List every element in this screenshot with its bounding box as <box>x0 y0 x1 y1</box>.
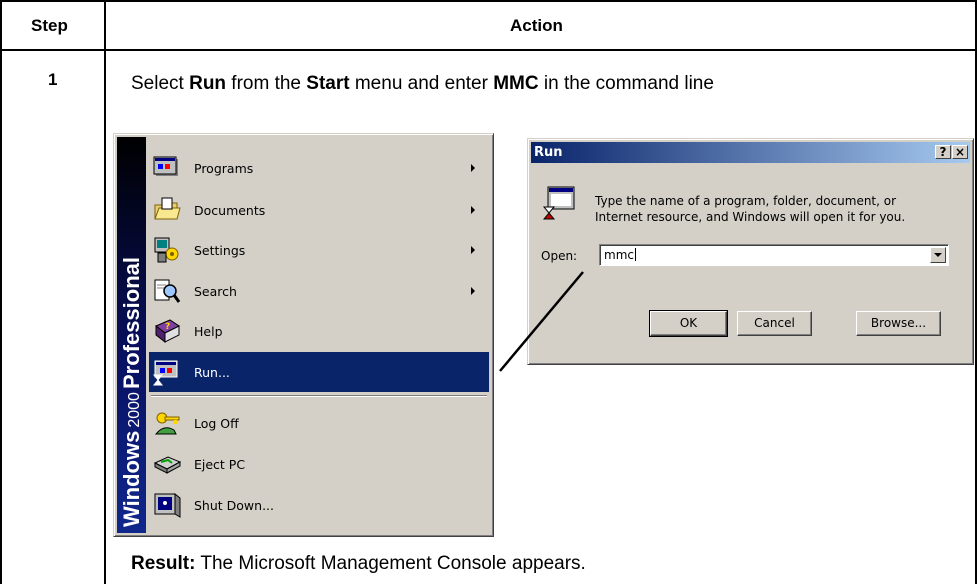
start-menu-item-eject-pc[interactable]: Eject PC <box>149 444 489 484</box>
banner-word-professional: Professional <box>119 257 144 390</box>
run-description: Type the name of a program, folder, docu… <box>595 194 906 224</box>
open-input[interactable]: mmc <box>599 244 949 266</box>
log-off-icon <box>152 408 182 438</box>
column-divider <box>104 0 106 584</box>
submenu-arrow-icon <box>471 164 475 172</box>
settings-icon <box>152 235 182 265</box>
help-button[interactable]: ? <box>935 145 951 159</box>
table-border-top <box>0 0 977 2</box>
eject-pc-icon <box>152 449 182 479</box>
search-icon <box>152 276 182 306</box>
cancel-button[interactable]: Cancel <box>737 311 812 336</box>
start-menu-item-log-off[interactable]: Log Off <box>149 403 489 443</box>
text-caret <box>634 248 636 261</box>
start-menu-item-programs[interactable]: Programs <box>149 148 489 188</box>
header-divider <box>0 49 977 51</box>
run-dialog-titlebar[interactable]: Run <box>531 142 970 163</box>
run-dialog-title: Run <box>534 145 563 160</box>
result-text: Result: The Microsoft Management Console… <box>131 553 586 574</box>
start-menu-separator <box>151 395 487 397</box>
submenu-arrow-icon <box>471 206 475 214</box>
open-dropdown-button[interactable] <box>930 247 946 263</box>
run-program-icon <box>541 185 577 226</box>
ok-button[interactable]: OK <box>649 310 728 337</box>
step-number: 1 <box>48 70 58 89</box>
submenu-arrow-icon <box>471 246 475 254</box>
shut-down-icon <box>152 490 182 520</box>
start-menu-item-documents[interactable]: Documents <box>149 190 489 230</box>
banner-word-windows: Windows <box>119 430 144 527</box>
start-menu: Windows 2000 Professional Programs Documen… <box>113 133 494 537</box>
browse-button[interactable]: Browse... <box>856 311 941 336</box>
submenu-arrow-icon <box>471 287 475 295</box>
instruction-text: Select Run from the Start menu and enter… <box>131 73 714 94</box>
help-icon: ? <box>152 316 182 346</box>
start-menu-item-settings[interactable]: Settings <box>149 230 489 270</box>
start-menu-item-shut-down[interactable]: Shut Down... <box>149 485 489 525</box>
header-action: Action <box>510 16 563 35</box>
windows-2000-banner: Windows 2000 Professional <box>117 137 146 533</box>
svg-text:?: ? <box>165 322 170 332</box>
close-button[interactable]: × <box>952 145 968 159</box>
open-input-value: mmc <box>604 248 634 262</box>
programs-icon <box>152 153 182 183</box>
start-menu-item-help[interactable]: ? Help <box>149 311 489 351</box>
run-dialog: Run ? × Type the name of a program, fold… <box>527 138 974 365</box>
documents-icon <box>152 195 182 225</box>
open-label: Open: <box>541 249 578 263</box>
header-step: Step <box>31 16 68 35</box>
start-menu-item-run[interactable]: Run... <box>149 352 489 392</box>
banner-word-2000: 2000 <box>126 392 143 428</box>
start-menu-item-search[interactable]: Search <box>149 271 489 311</box>
run-icon <box>152 357 182 387</box>
table-border-left <box>0 0 2 584</box>
